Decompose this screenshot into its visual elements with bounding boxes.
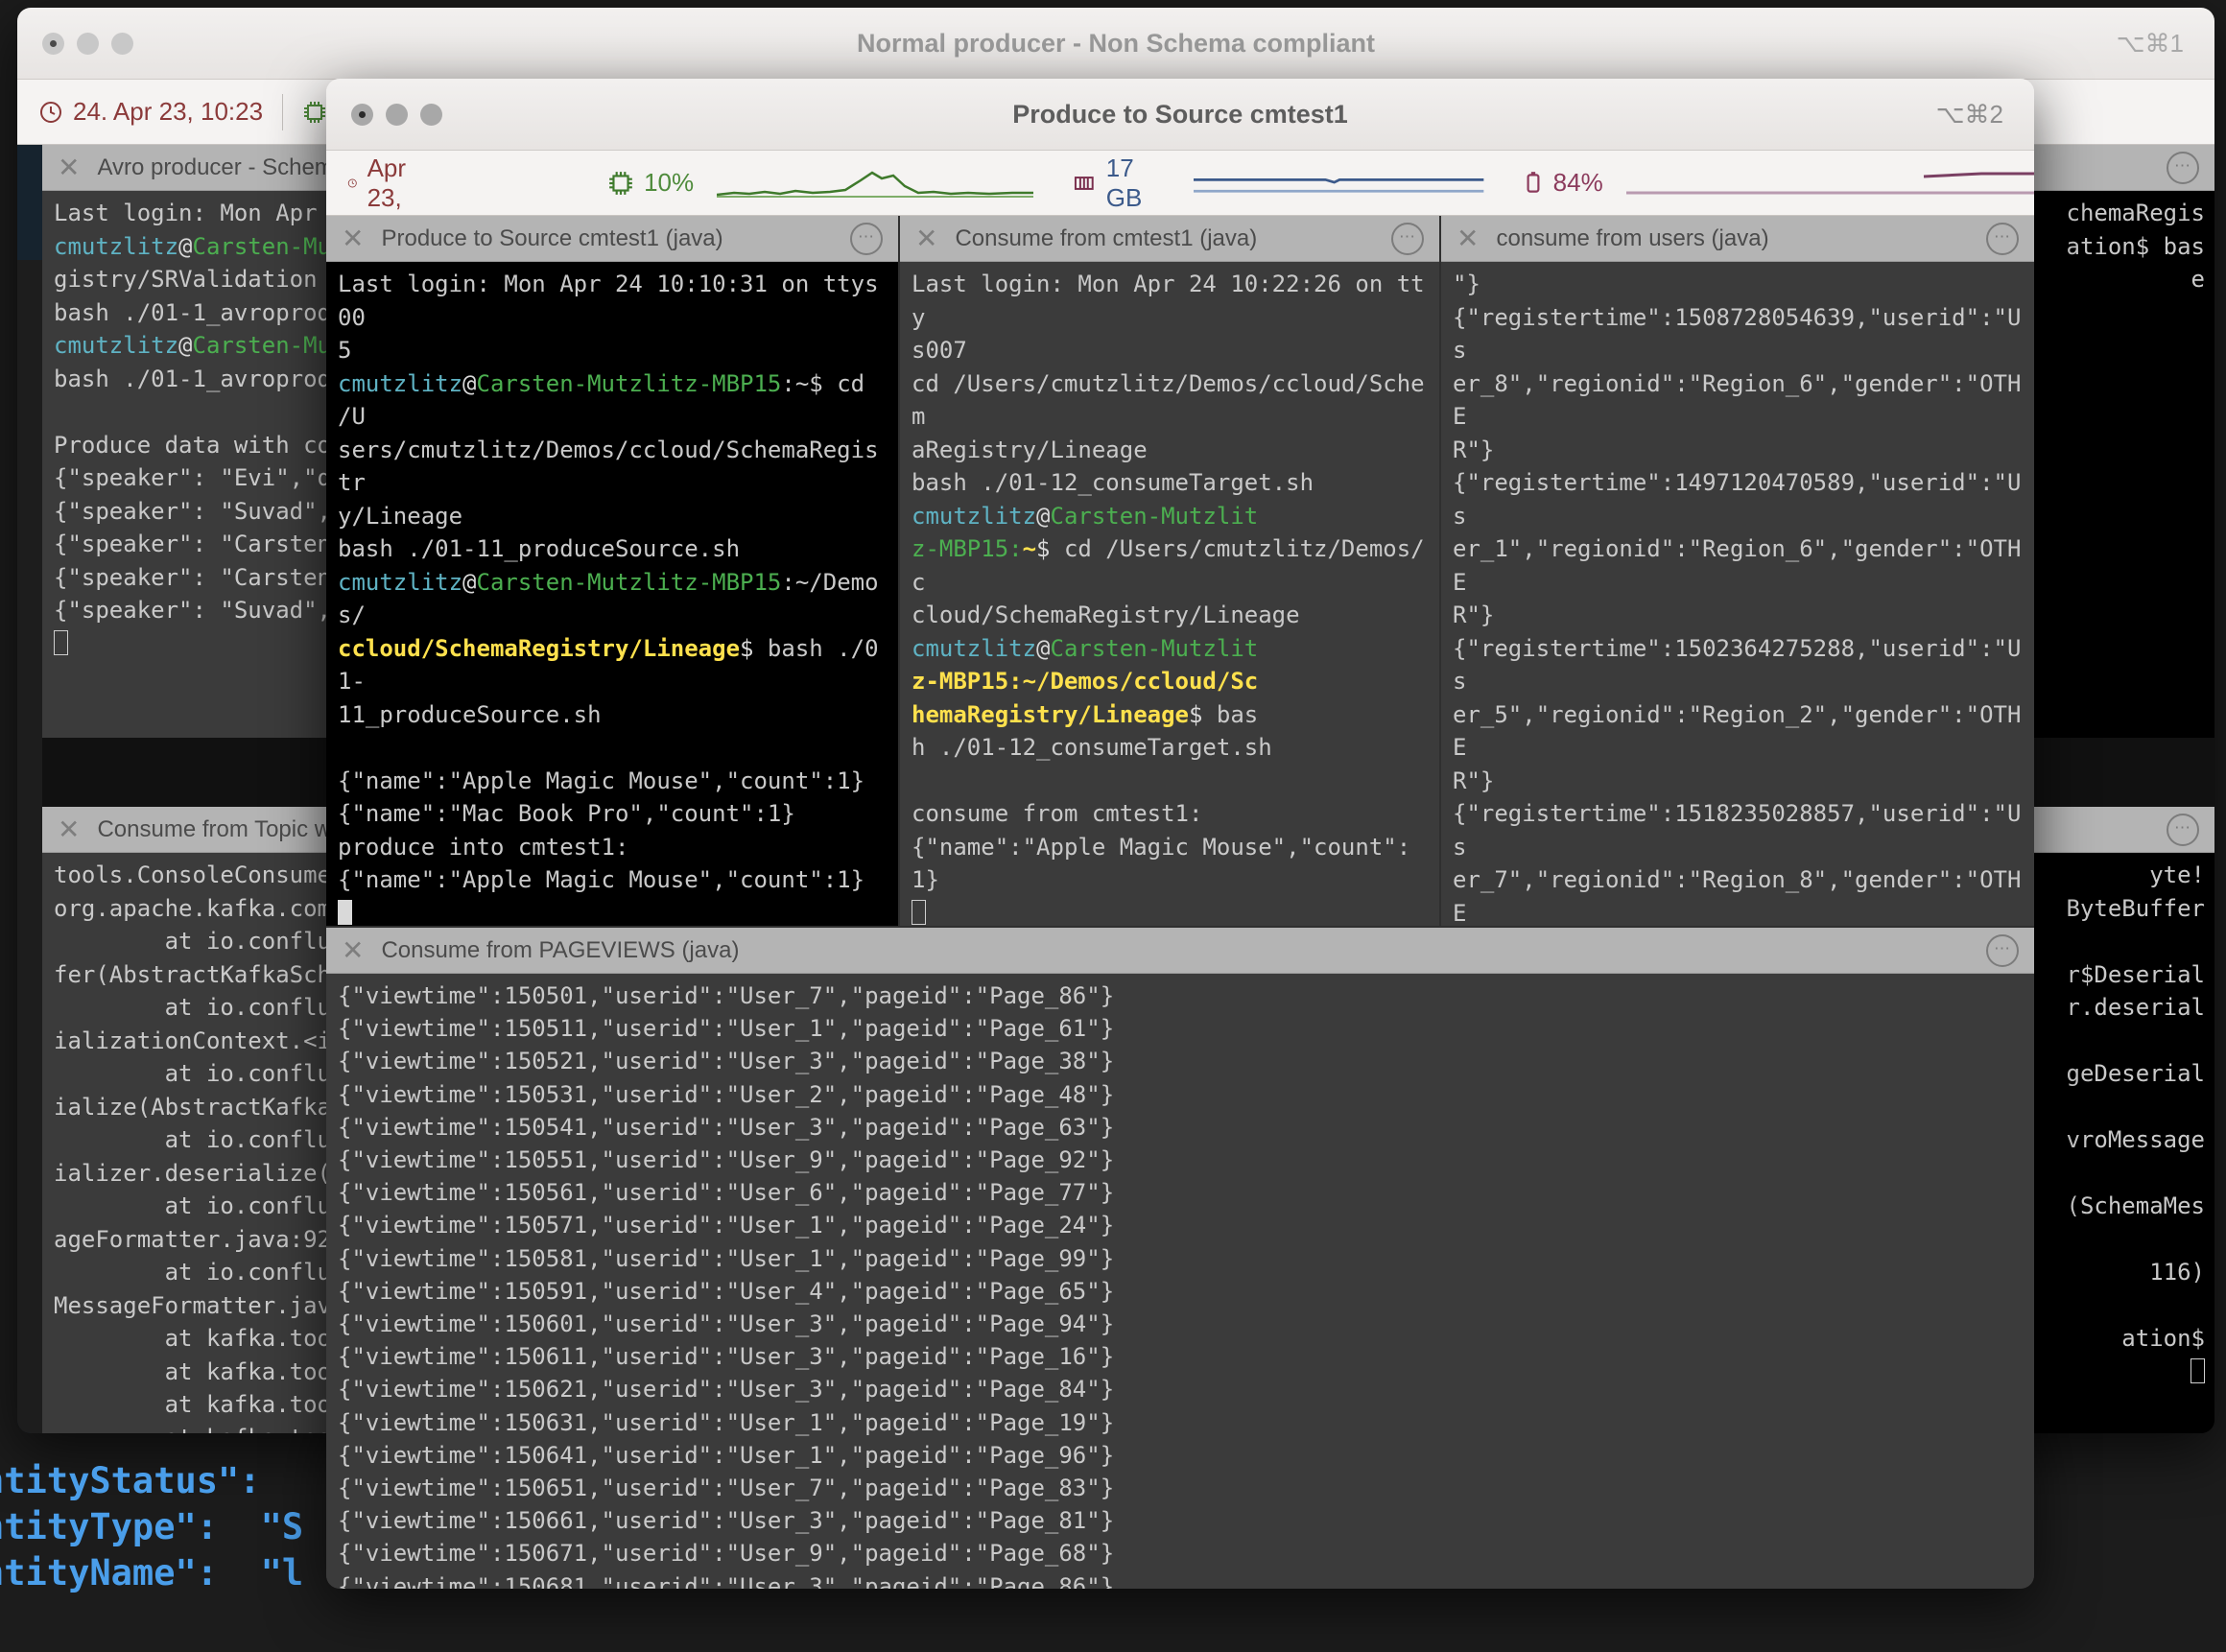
front-window-titlebar[interactable]: Produce to Source cmtest1 ⌥⌘2 xyxy=(326,79,2034,151)
pane-consume-topic-label: Consume from Topic we xyxy=(97,816,343,843)
back-clock-text: 24. Apr 23, 10:23 xyxy=(73,97,263,127)
back-left-edge-lower xyxy=(17,260,42,1433)
front-battery-group: 84% xyxy=(1523,167,2034,200)
front-cpu-text: 10% xyxy=(644,168,694,198)
pane-produce-source-label: Produce to Source cmtest1 (java) xyxy=(381,225,722,252)
memory-icon xyxy=(1072,170,1097,197)
pane-consume-pageviews-header[interactable]: ✕ Consume from PAGEVIEWS (java) ⋯ xyxy=(326,928,2034,974)
memory-sparkline xyxy=(1194,167,1483,200)
back-window-traffic-lights[interactable] xyxy=(17,33,133,55)
more-options-icon[interactable]: ⋯ xyxy=(2167,814,2199,846)
back-window-title: Normal producer - Non Schema compliant xyxy=(17,29,2214,59)
cpu-icon xyxy=(607,170,634,197)
cpu-sparkline xyxy=(717,167,1033,200)
pane-consume-cmtest1-terminal[interactable]: Last login: Mon Apr 24 10:22:26 on ttys0… xyxy=(900,262,1439,926)
pane-consume-pageviews-terminal[interactable]: {"viewtime":150501,"userid":"User_7","pa… xyxy=(326,974,2034,1589)
battery-icon xyxy=(1523,170,1544,197)
front-window-traffic-lights[interactable] xyxy=(326,104,442,126)
front-battery-text: 84% xyxy=(1553,168,1603,198)
front-window-title: Produce to Source cmtest1 xyxy=(326,100,2034,130)
pane-consume-cmtest1-header[interactable]: ✕ Consume from cmtest1 (java) ⋯ xyxy=(900,216,1439,262)
pane-produce-source[interactable]: ✕ Produce to Source cmtest1 (java) ⋯ Las… xyxy=(326,216,898,926)
close-icon[interactable]: ✕ xyxy=(58,816,80,843)
more-options-icon[interactable]: ⋯ xyxy=(1986,934,2019,967)
front-window-statusbar: 24. Apr 23, 10:23 10% 17 GB xyxy=(326,151,2034,216)
more-options-icon[interactable]: ⋯ xyxy=(1986,223,2019,255)
front-window[interactable]: Produce to Source cmtest1 ⌥⌘2 24. Apr 23… xyxy=(326,79,2034,1589)
zoom-button[interactable] xyxy=(111,33,133,55)
pane-consume-users-label: consume from users (java) xyxy=(1496,225,1768,252)
minimize-button[interactable] xyxy=(77,33,99,55)
pane-consume-pageviews-label: Consume from PAGEVIEWS (java) xyxy=(381,937,739,964)
pane-consume-users[interactable]: ✕ consume from users (java) ⋯ "}{"regist… xyxy=(1441,216,2034,926)
pane-produce-source-header[interactable]: ✕ Produce to Source cmtest1 (java) ⋯ xyxy=(326,216,898,262)
front-mem-group: 17 GB xyxy=(1072,153,1484,213)
more-options-icon[interactable]: ⋯ xyxy=(850,223,883,255)
pane-avro-producer-label: Avro producer - Schema xyxy=(97,154,346,181)
front-cpu-group: 10% xyxy=(607,167,1033,200)
divider xyxy=(282,94,283,130)
more-options-icon[interactable]: ⋯ xyxy=(2167,152,2199,184)
close-button[interactable] xyxy=(42,33,64,55)
pane-consume-pageviews[interactable]: ✕ Consume from PAGEVIEWS (java) ⋯ {"view… xyxy=(326,928,2034,1589)
background-code-text: ntityStatus":ntityType": "SntityName": "… xyxy=(0,1458,303,1596)
zoom-button[interactable] xyxy=(420,104,442,126)
pane-consume-cmtest1[interactable]: ✕ Consume from cmtest1 (java) ⋯ Last log… xyxy=(900,216,1439,926)
back-window-shortcut: ⌥⌘1 xyxy=(2117,29,2184,59)
battery-sparkline xyxy=(1626,167,2034,200)
cpu-icon xyxy=(302,100,327,125)
more-options-icon[interactable]: ⋯ xyxy=(1391,223,1424,255)
close-icon[interactable]: ✕ xyxy=(915,225,937,252)
close-icon[interactable]: ✕ xyxy=(342,225,364,252)
close-icon[interactable]: ✕ xyxy=(342,937,364,964)
front-mem-text: 17 GB xyxy=(1106,153,1172,213)
pane-consume-users-header[interactable]: ✕ consume from users (java) ⋯ xyxy=(1441,216,2034,262)
close-icon[interactable]: ✕ xyxy=(58,154,80,181)
pane-produce-source-terminal[interactable]: Last login: Mon Apr 24 10:10:31 on ttys0… xyxy=(326,262,898,926)
close-icon[interactable]: ✕ xyxy=(1456,225,1479,252)
front-window-shortcut: ⌥⌘2 xyxy=(1936,100,2003,130)
pane-consume-users-terminal[interactable]: "}{"registertime":1508728054639,"userid"… xyxy=(1441,262,2034,926)
back-window-titlebar[interactable]: Normal producer - Non Schema compliant ⌥… xyxy=(17,8,2214,80)
clock-icon xyxy=(38,100,63,125)
front-window-body: ✕ Produce to Source cmtest1 (java) ⋯ Las… xyxy=(326,216,2034,1589)
minimize-button[interactable] xyxy=(386,104,408,126)
close-button[interactable] xyxy=(351,104,373,126)
clock-icon xyxy=(347,171,358,196)
pane-consume-cmtest1-label: Consume from cmtest1 (java) xyxy=(955,225,1257,252)
back-clock-group: 24. Apr 23, 10:23 xyxy=(38,97,263,127)
